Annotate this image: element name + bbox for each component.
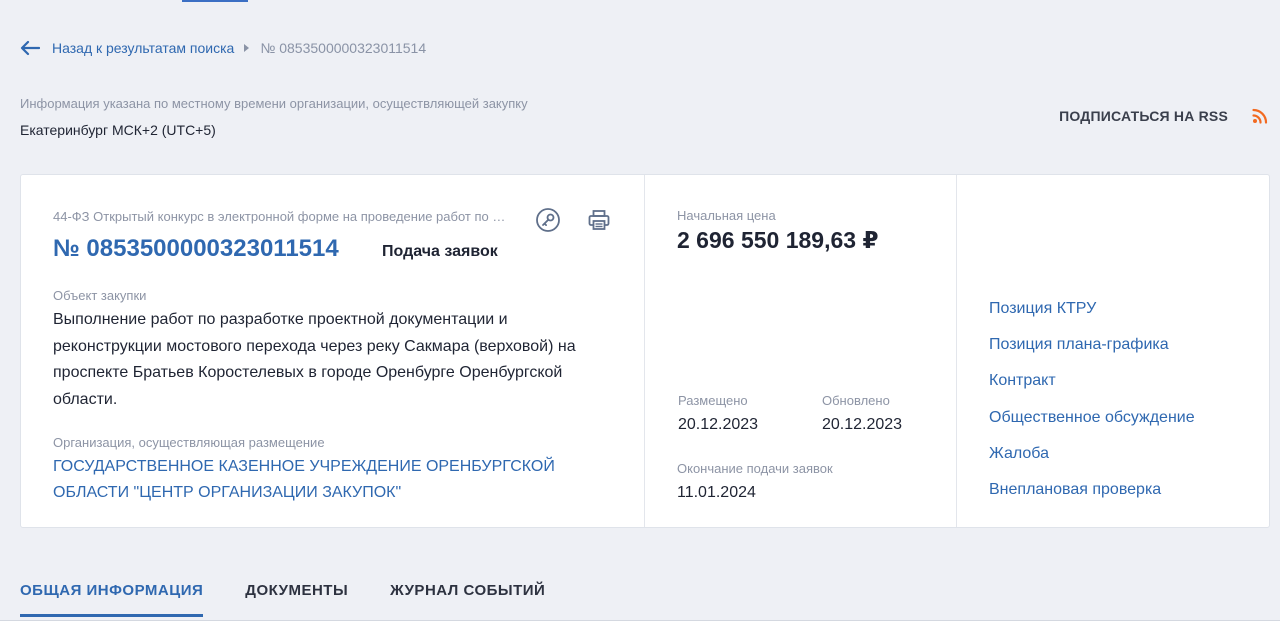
link-public-discussion[interactable]: Общественное обсуждение [989, 409, 1195, 445]
key-icon[interactable] [535, 207, 561, 233]
deadline-date: 11.01.2024 [677, 484, 756, 501]
back-to-results-link[interactable]: Назад к результатам поиска [52, 40, 234, 56]
initial-price: 2 696 550 189,63 ₽ [677, 227, 879, 253]
deadline-label: Окончание подачи заявок [677, 461, 833, 476]
breadcrumb: Назад к результатам поиска № 08535000003… [20, 38, 426, 58]
breadcrumb-current: № 0853500000323011514 [260, 40, 427, 56]
tab-general-info[interactable]: ОБЩАЯ ИНФОРМАЦИЯ [20, 582, 204, 617]
price-label: Начальная цена [677, 208, 776, 223]
tab-event-log[interactable]: ЖУРНАЛ СОБЫТИЙ [390, 582, 545, 617]
procedure-type: 44-ФЗ Открытый конкурс в электронной фор… [53, 209, 508, 224]
link-complaint[interactable]: Жалоба [989, 445, 1195, 481]
link-unscheduled-inspection[interactable]: Внеплановая проверка [989, 481, 1195, 517]
object-description: Выполнение работ по разработке проектной… [53, 311, 576, 408]
content-area-edge [0, 620, 1280, 643]
updated-date: 20.12.2023 [822, 416, 903, 433]
rss-subscribe-button[interactable]: ПОДПИСАТЬСЯ НА RSS [1059, 108, 1268, 124]
posted-date: 20.12.2023 [678, 416, 759, 433]
link-plan-schedule-position[interactable]: Позиция плана-графика [989, 336, 1195, 372]
caret-right-icon [244, 44, 250, 52]
related-links: Позиция КТРУ Позиция плана-графика Контр… [989, 300, 1195, 517]
purchase-card: 44-ФЗ Открытый конкурс в электронной фор… [20, 174, 1270, 528]
link-ktru-position[interactable]: Позиция КТРУ [989, 300, 1195, 336]
arrow-left-icon[interactable] [20, 38, 42, 58]
timezone-value: Екатеринбург МСК+2 (UTC+5) [20, 122, 216, 138]
object-label: Объект закупки [53, 288, 147, 303]
link-contract[interactable]: Контракт [989, 372, 1195, 408]
rss-icon [1252, 108, 1268, 124]
purchase-main-column: 44-ФЗ Открытый конкурс в электронной фор… [21, 175, 645, 527]
tab-documents[interactable]: ДОКУМЕНТЫ [245, 582, 348, 617]
registry-number[interactable]: № 0853500000323011514 [53, 235, 339, 263]
organization-label: Организация, осуществляющая размещение [53, 435, 325, 450]
posted-label: Размещено [678, 393, 748, 408]
price-dates-column: Начальная цена 2 696 550 189,63 ₽ Размещ… [645, 175, 957, 527]
related-links-column: Позиция КТРУ Позиция плана-графика Контр… [957, 175, 1269, 527]
status-badge: Подача заявок [382, 243, 498, 260]
updated-label: Обновлено [822, 393, 890, 408]
organization-link[interactable]: ГОСУДАРСТВЕННОЕ КАЗЕННОЕ УЧРЕЖДЕНИЕ ОРЕН… [53, 454, 613, 506]
top-tab-indicator [182, 0, 248, 2]
section-tabs: ОБЩАЯ ИНФОРМАЦИЯ ДОКУМЕНТЫ ЖУРНАЛ СОБЫТИ… [20, 582, 587, 617]
rss-subscribe-label: ПОДПИСАТЬСЯ НА RSS [1059, 108, 1228, 124]
timezone-note: Информация указана по местному времени о… [20, 96, 528, 111]
printer-icon[interactable] [586, 207, 612, 233]
